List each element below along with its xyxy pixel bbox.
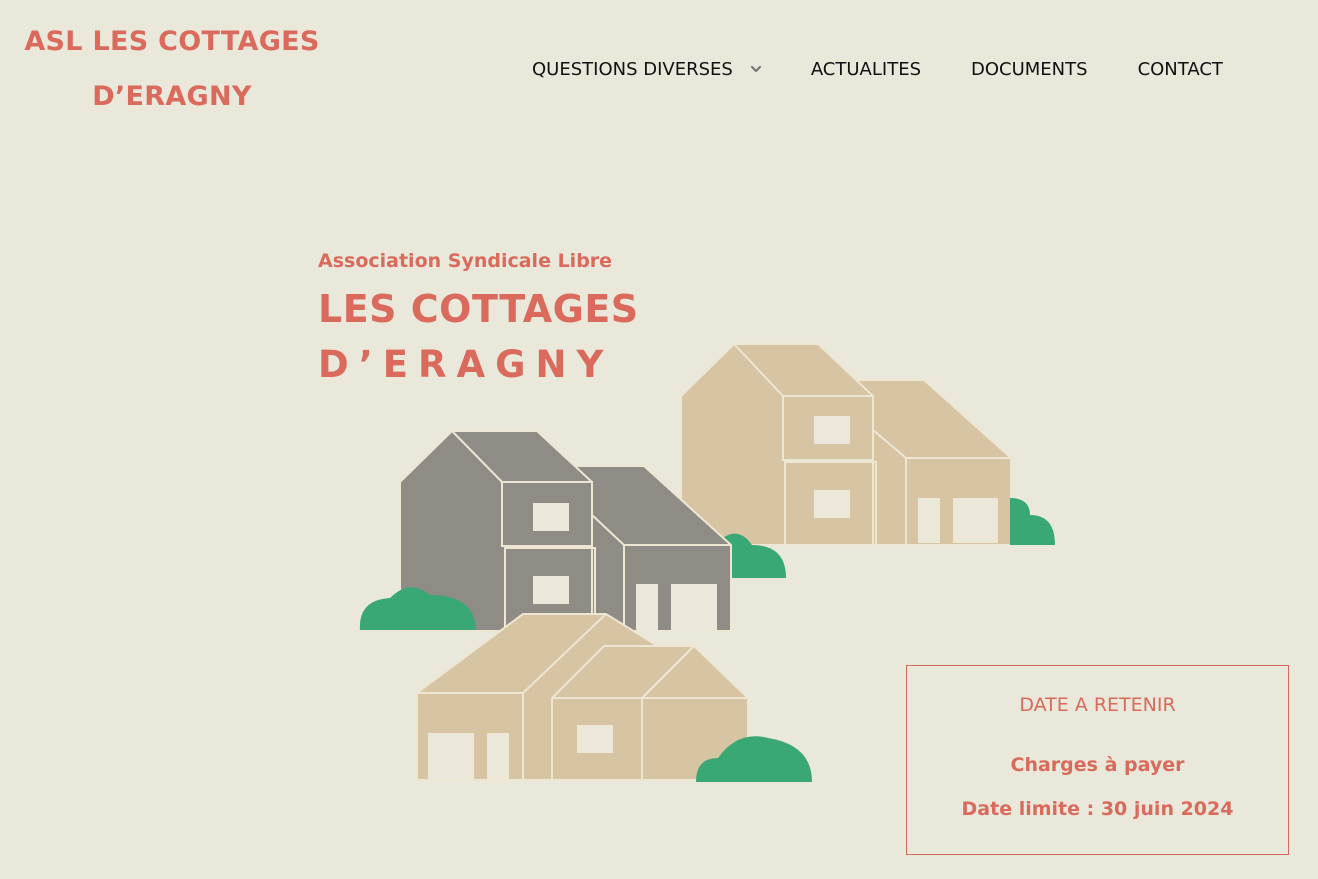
nav-item-label: QUESTIONS DIVERSES <box>532 58 733 80</box>
nav-item-actualites[interactable]: ACTUALITES <box>811 54 921 84</box>
date-reminder-deadline: Date limite : 30 juin 2024 <box>961 798 1234 820</box>
bush-icon <box>1010 498 1055 545</box>
site-title-line2: D’ERAGNY <box>92 81 252 112</box>
nav-item-questions-diverses[interactable]: QUESTIONS DIVERSES <box>532 54 765 84</box>
house-front <box>416 613 749 781</box>
nav-item-documents[interactable]: DOCUMENTS <box>971 54 1088 84</box>
house-back-right <box>680 343 1012 546</box>
date-reminder-box: DATE A RETENIR Charges à payer Date limi… <box>906 665 1289 855</box>
nav-item-label: ACTUALITES <box>810 58 921 80</box>
nav-item-label: CONTACT <box>1137 58 1223 80</box>
nav-item-label: DOCUMENTS <box>971 58 1088 80</box>
main-nav: QUESTIONS DIVERSES ACTUALITES DOCUMENTS … <box>532 54 1223 84</box>
date-reminder-heading: DATE A RETENIR <box>1019 694 1176 716</box>
nav-item-contact[interactable]: CONTACT <box>1138 54 1223 84</box>
chevron-down-icon <box>750 65 761 73</box>
site-title-line1: ASL LES COTTAGES <box>24 26 320 57</box>
date-reminder-charges: Charges à payer <box>1010 754 1185 776</box>
site-title-link[interactable]: ASL LES COTTAGES D’ERAGNY <box>22 14 322 124</box>
